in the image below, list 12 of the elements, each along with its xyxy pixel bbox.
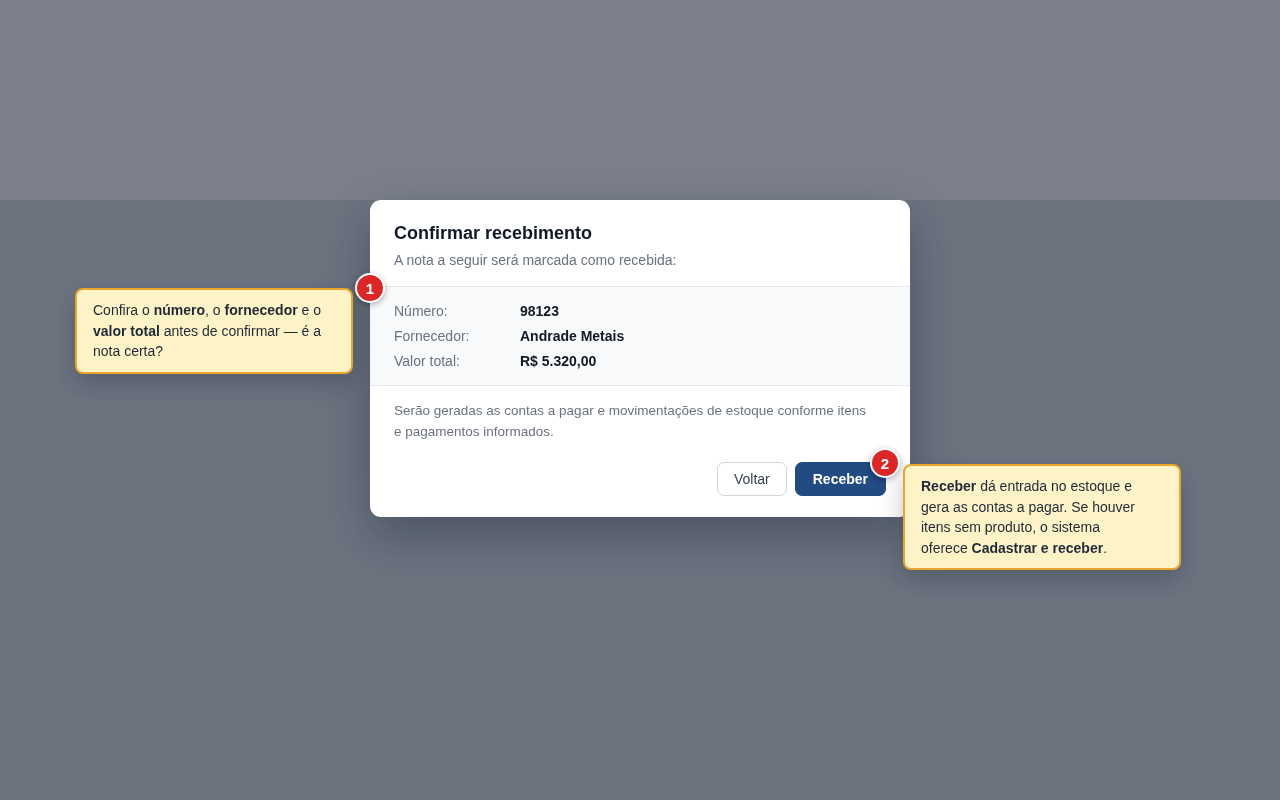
field-label: Número: xyxy=(394,302,449,321)
field-label: Valor total: xyxy=(394,352,461,371)
back-button[interactable]: Voltar xyxy=(716,462,787,496)
dialog-note: Serão geradas as contas a pagar e movimentações de estoque conforme itens e pagamentos informados. xyxy=(394,402,868,441)
field-value: R$ 5.320,00 xyxy=(520,352,597,371)
callout-tooltip: Confira o número, o fornecedor e o valor total antes de confirmar — é a nota certa? xyxy=(75,288,353,374)
callout-tooltip: Receber dá entrada no estoque e gera as contas a pagar. Se houver itens sem produto, o sistema oferece Cadastrar e receber. xyxy=(903,464,1181,570)
dialog-subtitle: A nota a seguir será marcada como recebida: xyxy=(394,251,678,270)
dialog-title: Confirmar recebimento xyxy=(394,222,594,245)
field-value: 98123 xyxy=(520,302,559,321)
field-label: Fornecedor: xyxy=(394,327,471,346)
field-value: Andrade Metais xyxy=(520,327,625,346)
